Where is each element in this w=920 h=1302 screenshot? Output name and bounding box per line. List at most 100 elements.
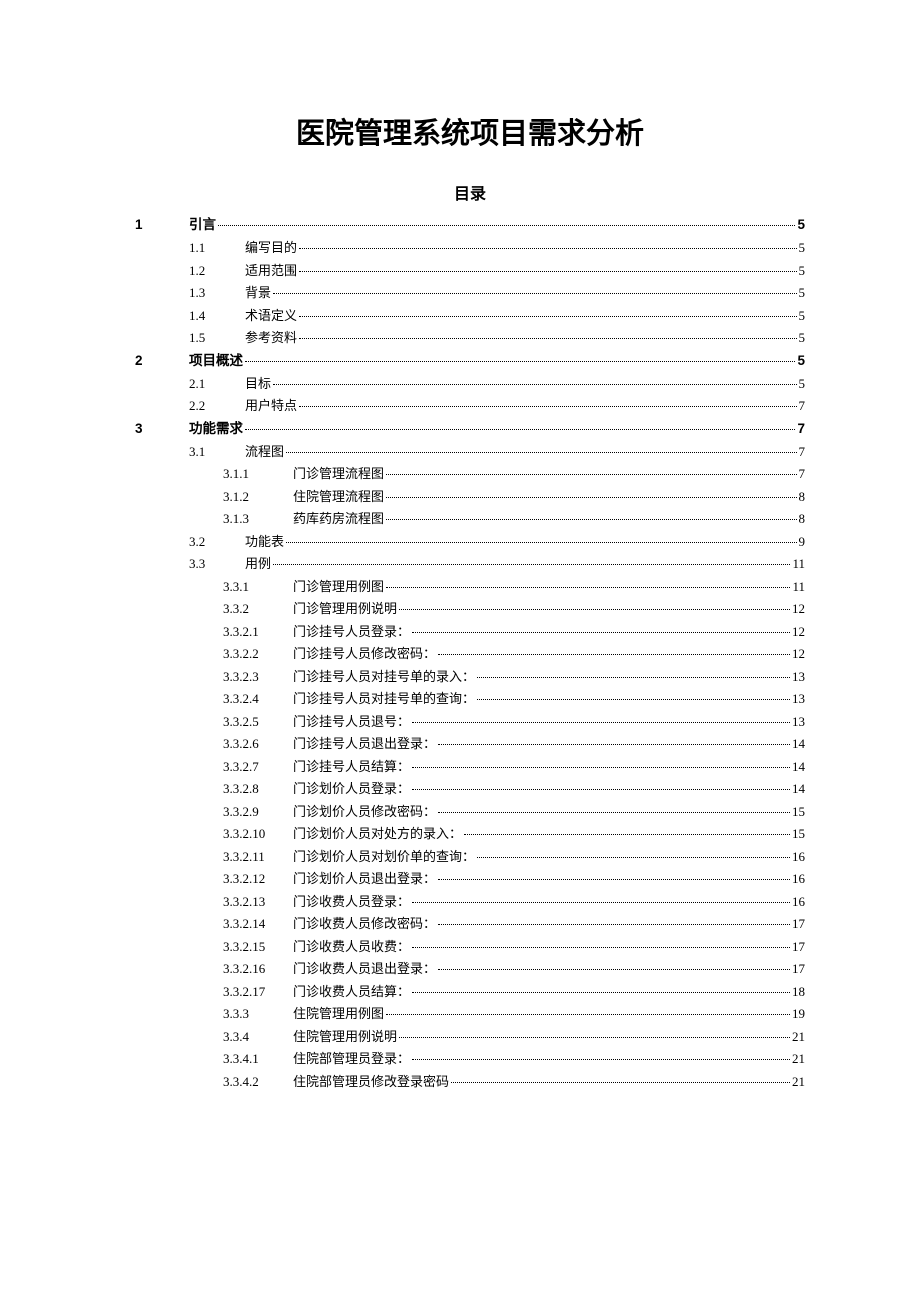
toc-entry-text: 住院管理用例说明 [293, 1030, 397, 1043]
toc-entry-page: 5 [799, 264, 806, 277]
toc-entry-number: 1.2 [189, 264, 245, 277]
toc-leader-dots [412, 767, 790, 768]
toc-entry-page: 7 [799, 467, 806, 480]
toc-entry-page: 5 [799, 331, 806, 344]
toc-entry-number: 3.3.4.2 [223, 1075, 293, 1088]
toc-entry-number: 1.5 [189, 331, 245, 344]
toc-entry[interactable]: 3.3.4.1住院部管理员登录：21 [135, 1052, 805, 1065]
toc-entry[interactable]: 3.3用例11 [135, 557, 805, 570]
toc-entry[interactable]: 1.5参考资料5 [135, 331, 805, 344]
toc-entry-number: 3.2 [189, 535, 245, 548]
toc-entry-text: 流程图 [245, 445, 284, 458]
toc-entry-page: 12 [792, 647, 805, 660]
toc-entry[interactable]: 3.3.2.17门诊收费人员结算：18 [135, 985, 805, 998]
toc-entry-page: 16 [792, 850, 805, 863]
toc-leader-dots [438, 744, 790, 745]
toc-entry[interactable]: 1.2适用范围5 [135, 264, 805, 277]
toc-entry-number: 3.3.2.6 [223, 737, 293, 750]
toc-entry[interactable]: 2.2用户特点7 [135, 399, 805, 412]
toc-entry-page: 21 [792, 1030, 805, 1043]
toc-entry-text: 门诊挂号人员对挂号单的录入： [293, 670, 475, 683]
toc-entry-page: 17 [792, 917, 805, 930]
toc-leader-dots [438, 654, 790, 655]
toc-entry-number: 3.3.2.10 [223, 827, 293, 840]
toc-entry[interactable]: 3.3.2.6门诊挂号人员退出登录：14 [135, 737, 805, 750]
toc-entry-page: 14 [792, 782, 805, 795]
toc-entry-text: 背景 [245, 286, 271, 299]
toc-leader-dots [412, 992, 790, 993]
toc-entry-number: 3.3.2.11 [223, 850, 293, 863]
toc-leader-dots [299, 248, 796, 249]
toc-entry[interactable]: 3功能需求7 [135, 422, 805, 436]
toc-entry[interactable]: 3.1.3药库药房流程图8 [135, 512, 805, 525]
toc-entry-number: 3.3.2.5 [223, 715, 293, 728]
toc-entry[interactable]: 3.3.2门诊管理用例说明12 [135, 602, 805, 615]
toc-leader-dots [218, 225, 795, 226]
toc-entry-text: 编写目的 [245, 241, 297, 254]
toc-entry[interactable]: 1.1编写目的 5 [135, 241, 805, 254]
toc-entry[interactable]: 3.3.2.8门诊划价人员登录：14 [135, 782, 805, 795]
toc-entry-number: 1.1 [189, 241, 245, 254]
toc-entry-page: 5 [799, 377, 806, 390]
toc-entry-page: 5 [799, 241, 806, 254]
toc-entry-text: 门诊挂号人员退出登录： [293, 737, 436, 750]
toc-entry-page: 8 [799, 490, 806, 503]
toc-entry[interactable]: 3.3.2.2门诊挂号人员修改密码：12 [135, 647, 805, 660]
toc-leader-dots [286, 542, 796, 543]
toc-entry-page: 7 [799, 399, 806, 412]
toc-entry-number: 3.1.1 [223, 467, 293, 480]
toc-entry-page: 16 [792, 872, 805, 885]
toc-leader-dots [438, 924, 790, 925]
toc-entry-text: 门诊划价人员登录： [293, 782, 410, 795]
table-of-contents: 1引言51.1编写目的51.2适用范围51.3背景51.4术语定义51.5参考资… [135, 218, 805, 1088]
toc-entry[interactable]: 3.3.2.9门诊划价人员修改密码：15 [135, 805, 805, 818]
toc-entry[interactable]: 3.3.2.12门诊划价人员退出登录：16 [135, 872, 805, 885]
toc-entry-number: 3.3.2.14 [223, 917, 293, 930]
toc-entry[interactable]: 3.3.4住院管理用例说明 21 [135, 1030, 805, 1043]
toc-entry-text: 门诊收费人员登录： [293, 895, 410, 908]
toc-entry[interactable]: 3.3.2.15门诊收费人员收费：17 [135, 940, 805, 953]
toc-entry-number: 3.3.3 [223, 1007, 293, 1020]
toc-entry[interactable]: 3.3.2.10门诊划价人员对处方的录入：15 [135, 827, 805, 840]
toc-entry[interactable]: 3.2功能表9 [135, 535, 805, 548]
toc-entry[interactable]: 2.1目标5 [135, 377, 805, 390]
toc-entry-number: 3.3.2.15 [223, 940, 293, 953]
toc-leader-dots [412, 1059, 790, 1060]
toc-entry[interactable]: 3.1流程图7 [135, 445, 805, 458]
toc-entry-text: 术语定义 [245, 309, 297, 322]
toc-entry[interactable]: 3.1.2住院管理流程图8 [135, 490, 805, 503]
toc-leader-dots [412, 722, 790, 723]
toc-entry[interactable]: 1.3背景5 [135, 286, 805, 299]
toc-entry[interactable]: 3.3.4.2住院部管理员修改登录密码21 [135, 1075, 805, 1088]
toc-leader-dots [299, 316, 796, 317]
toc-entry-number: 3.3.4 [223, 1030, 293, 1043]
toc-entry-text: 住院管理用例图 [293, 1007, 384, 1020]
toc-entry[interactable]: 3.3.3住院管理用例图19 [135, 1007, 805, 1020]
toc-entry[interactable]: 3.3.2.3门诊挂号人员对挂号单的录入：13 [135, 670, 805, 683]
toc-entry[interactable]: 1.4术语定义5 [135, 309, 805, 322]
toc-entry[interactable]: 3.3.2.16门诊收费人员退出登录：17 [135, 962, 805, 975]
toc-entry[interactable]: 3.1.1门诊管理流程图7 [135, 467, 805, 480]
toc-entry[interactable]: 3.3.2.14门诊收费人员修改密码：17 [135, 917, 805, 930]
toc-leader-dots [386, 519, 796, 520]
toc-entry-text: 门诊管理用例说明 [293, 602, 397, 615]
toc-entry[interactable]: 3.3.1门诊管理用例图11 [135, 580, 805, 593]
toc-entry-text: 门诊挂号人员登录： [293, 625, 410, 638]
toc-leader-dots [477, 699, 790, 700]
toc-entry-page: 11 [792, 557, 805, 570]
toc-entry[interactable]: 3.3.2.4门诊挂号人员对挂号单的查询：13 [135, 692, 805, 705]
toc-entry[interactable]: 3.3.2.1门诊挂号人员登录：12 [135, 625, 805, 638]
toc-entry-page: 15 [792, 827, 805, 840]
toc-entry-text: 功能表 [245, 535, 284, 548]
toc-entry[interactable]: 3.3.2.5门诊挂号人员退号：13 [135, 715, 805, 728]
toc-entry-page: 21 [792, 1075, 805, 1088]
toc-entry[interactable]: 1引言5 [135, 218, 805, 232]
toc-entry[interactable]: 3.3.2.7门诊挂号人员结算：14 [135, 760, 805, 773]
toc-entry[interactable]: 3.3.2.11门诊划价人员对划价单的查询：16 [135, 850, 805, 863]
toc-entry[interactable]: 2项目概述5 [135, 354, 805, 368]
toc-heading: 目录 [135, 180, 805, 204]
toc-entry-number: 3.3.2.16 [223, 962, 293, 975]
toc-entry-text: 门诊管理用例图 [293, 580, 384, 593]
toc-entry-text: 门诊挂号人员修改密码： [293, 647, 436, 660]
toc-entry[interactable]: 3.3.2.13门诊收费人员登录：16 [135, 895, 805, 908]
